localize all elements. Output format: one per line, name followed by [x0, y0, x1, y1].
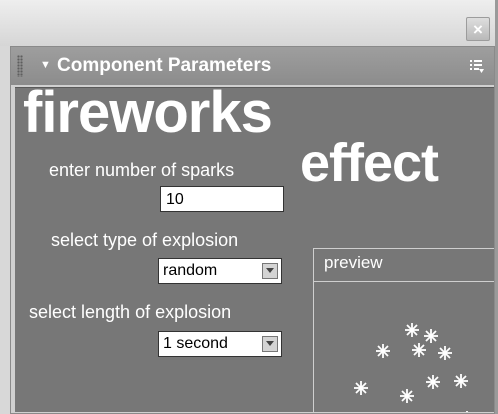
component-content: fireworks effect enter number of sparks …	[15, 87, 494, 412]
explosion-type-value: random	[163, 262, 218, 279]
triangle-down-icon[interactable]: ▼	[40, 59, 51, 71]
sparks-input[interactable]	[160, 186, 284, 212]
close-button[interactable]: ×	[466, 17, 490, 41]
sparks-label: enter number of sparks	[49, 160, 235, 180]
spark-icon	[376, 344, 390, 358]
chevron-down-icon[interactable]	[262, 336, 278, 352]
panel-header[interactable]: ▼ Component Parameters	[11, 47, 494, 85]
preview-label: preview	[324, 253, 383, 272]
spark-icon	[454, 374, 468, 388]
close-icon: ×	[473, 19, 483, 39]
spark-icon	[424, 329, 438, 343]
spark-icon	[426, 375, 440, 389]
preview-box: preview	[313, 248, 494, 412]
app-window: × ▼ Component Parameters fireworks effec…	[0, 0, 498, 414]
title-fireworks: fireworks	[23, 87, 273, 145]
window-title-bar: ×	[0, 0, 495, 46]
spark-icon	[412, 343, 426, 357]
panel-title: Component Parameters	[57, 55, 272, 76]
spark-icon	[438, 346, 452, 360]
explosion-length-label: select length of explosion	[29, 302, 232, 322]
component-parameters-panel: ▼ Component Parameters fireworks effect …	[10, 46, 495, 414]
spark-icon	[405, 323, 419, 337]
explosion-length-value: 1 second	[163, 335, 228, 352]
explosion-length-select[interactable]: 1 second	[158, 331, 282, 357]
preview-divider	[314, 281, 494, 282]
drag-grip-icon[interactable]	[17, 55, 23, 77]
panel-options-icon[interactable]	[469, 58, 485, 74]
explosion-type-select[interactable]: random	[158, 258, 282, 284]
spark-icon	[466, 411, 468, 412]
explosion-type-label: select type of explosion	[51, 230, 239, 250]
spark-icon	[354, 381, 368, 395]
spark-icon	[400, 389, 414, 403]
title-effect: effect	[300, 133, 439, 193]
chevron-down-icon[interactable]	[262, 263, 278, 279]
